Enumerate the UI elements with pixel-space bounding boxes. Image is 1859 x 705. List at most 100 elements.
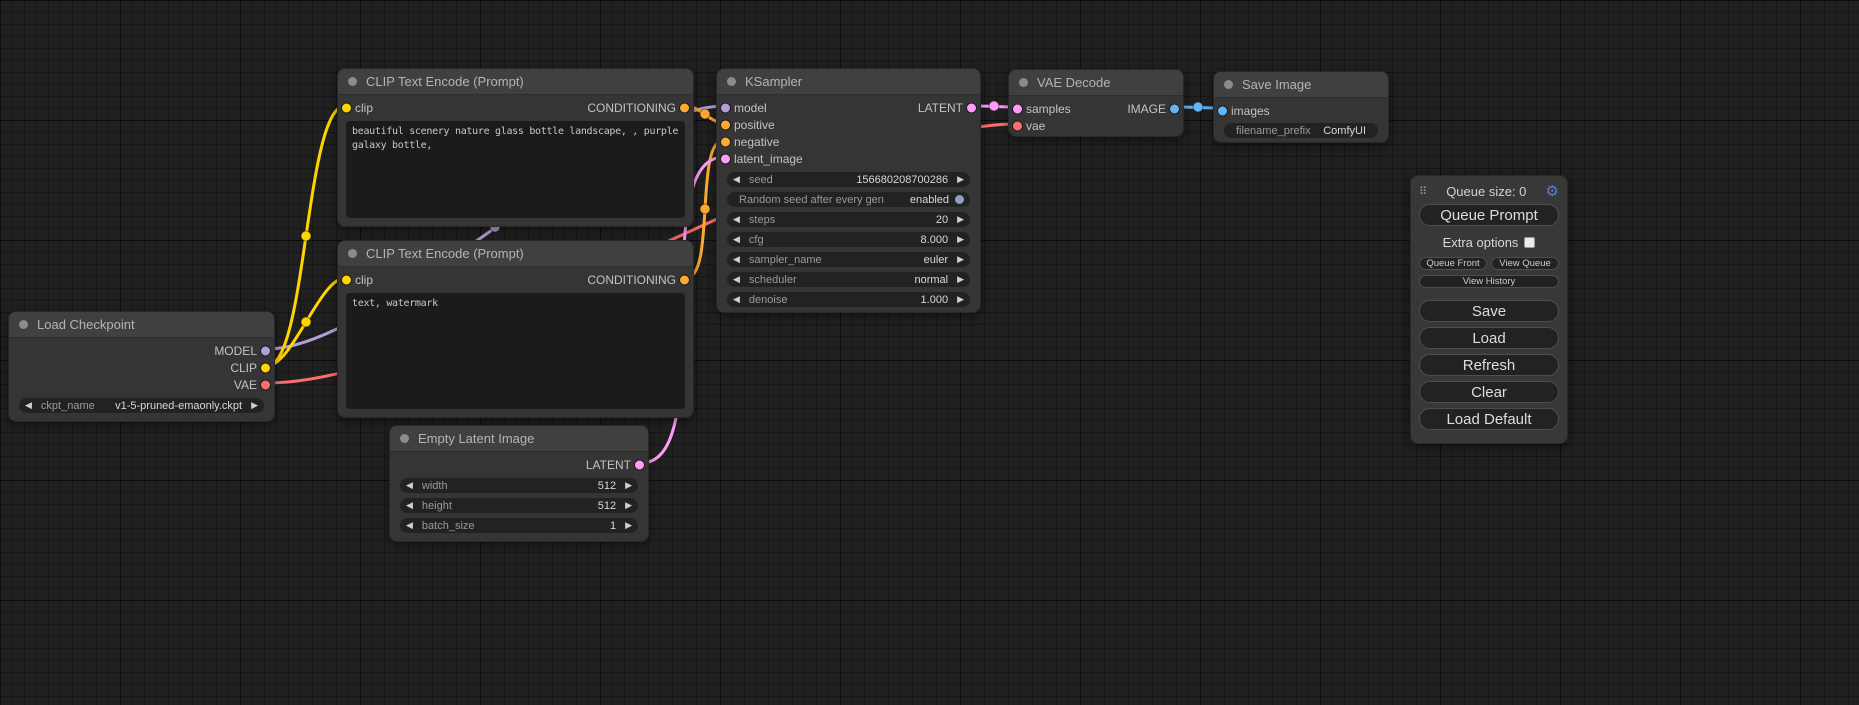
clip-input-port[interactable] (342, 103, 351, 112)
ckpt-name-widget[interactable]: ◀ ckpt_name v1-5-pruned-emaonly.ckpt ▶ (19, 398, 264, 413)
vae-input-port[interactable] (1013, 121, 1022, 130)
increment-arrow-icon[interactable]: ▶ (957, 275, 964, 284)
random-seed-toggle[interactable] (955, 195, 964, 204)
node-empty-latent-image[interactable]: Empty Latent Image LATENT ◀ width 512 ▶ … (389, 425, 649, 542)
cfg-widget[interactable]: ◀ cfg 8.000 ▶ (727, 232, 970, 247)
node-title-bar[interactable]: CLIP Text Encode (Prompt) (338, 241, 693, 267)
view-queue-button[interactable]: View Queue (1491, 257, 1559, 270)
samples-input-label: samples (1026, 102, 1071, 116)
node-ksampler[interactable]: KSampler model LATENT positive negative … (716, 68, 981, 313)
increment-arrow-icon[interactable]: ▶ (625, 521, 632, 530)
extra-options-checkbox[interactable] (1524, 237, 1535, 248)
drag-handle-icon[interactable]: ⠿ (1419, 185, 1427, 198)
increment-arrow-icon[interactable]: ▶ (957, 175, 964, 184)
node-vae-decode[interactable]: VAE Decode samples IMAGE vae (1008, 69, 1184, 137)
increment-arrow-icon[interactable]: ▶ (625, 501, 632, 510)
collapse-dot[interactable] (1019, 78, 1028, 87)
increment-arrow-icon[interactable]: ▶ (957, 255, 964, 264)
widget-label: height (422, 500, 452, 512)
decrement-arrow-icon[interactable]: ◀ (406, 521, 413, 530)
increment-arrow-icon[interactable]: ▶ (957, 215, 964, 224)
latent-output-port[interactable] (635, 460, 644, 469)
filename-prefix-widget[interactable]: filename_prefix ComfyUI (1224, 123, 1378, 138)
negative-input-port[interactable] (721, 137, 730, 146)
conditioning-output-label: CONDITIONING (587, 273, 676, 287)
model-input-port[interactable] (721, 103, 730, 112)
collapse-dot[interactable] (400, 434, 409, 443)
clip-input-label: clip (355, 101, 373, 115)
node-clip-text-encode-positive[interactable]: CLIP Text Encode (Prompt) clip CONDITION… (337, 68, 694, 227)
refresh-button[interactable]: Refresh (1419, 354, 1559, 376)
latent-image-input-port[interactable] (721, 154, 730, 163)
decrement-arrow-icon[interactable]: ◀ (406, 501, 413, 510)
model-output-port[interactable] (261, 346, 270, 355)
decrement-arrow-icon[interactable]: ◀ (733, 255, 740, 264)
vae-output-port[interactable] (261, 380, 270, 389)
decrement-arrow-icon[interactable]: ◀ (733, 175, 740, 184)
images-input-label: images (1231, 104, 1270, 118)
collapse-dot[interactable] (348, 77, 357, 86)
widget-value: normal (914, 274, 948, 286)
node-title-bar[interactable]: Save Image (1214, 72, 1388, 98)
node-title-bar[interactable]: VAE Decode (1009, 70, 1183, 96)
decrement-arrow-icon[interactable]: ◀ (25, 401, 32, 410)
settings-gear-icon[interactable]: ⚙ (1546, 184, 1559, 199)
widget-value: 512 (598, 500, 616, 512)
collapse-dot[interactable] (1224, 80, 1233, 89)
node-title-bar[interactable]: CLIP Text Encode (Prompt) (338, 69, 693, 95)
random-seed-widget[interactable]: Random seed after every gen enabled (727, 192, 970, 207)
node-title-bar[interactable]: Load Checkpoint (9, 312, 274, 338)
collapse-dot[interactable] (19, 320, 28, 329)
increment-arrow-icon[interactable]: ▶ (251, 401, 258, 410)
queue-size-label: Queue size: 0 (1427, 184, 1545, 199)
load-button[interactable]: Load (1419, 327, 1559, 349)
image-output-port[interactable] (1170, 104, 1179, 113)
node-title-bar[interactable]: KSampler (717, 69, 980, 95)
clip-input-port[interactable] (342, 275, 351, 284)
steps-widget[interactable]: ◀ steps 20 ▶ (727, 212, 970, 227)
width-widget[interactable]: ◀ width 512 ▶ (400, 478, 638, 493)
view-history-button[interactable]: View History (1419, 275, 1559, 288)
increment-arrow-icon[interactable]: ▶ (625, 481, 632, 490)
clear-button[interactable]: Clear (1419, 381, 1559, 403)
conditioning-output-port[interactable] (680, 275, 689, 284)
scheduler-widget[interactable]: ◀ scheduler normal ▶ (727, 272, 970, 287)
decrement-arrow-icon[interactable]: ◀ (733, 275, 740, 284)
latent-image-input-label: latent_image (734, 152, 803, 166)
positive-input-port[interactable] (721, 120, 730, 129)
decrement-arrow-icon[interactable]: ◀ (733, 235, 740, 244)
queue-prompt-button[interactable]: Queue Prompt (1419, 204, 1559, 226)
node-title-bar[interactable]: Empty Latent Image (390, 426, 648, 452)
collapse-dot[interactable] (348, 249, 357, 258)
decrement-arrow-icon[interactable]: ◀ (733, 215, 740, 224)
samples-input-port[interactable] (1013, 104, 1022, 113)
clip-input-label: clip (355, 273, 373, 287)
images-input-port[interactable] (1218, 106, 1227, 115)
sampler-name-widget[interactable]: ◀ sampler_name euler ▶ (727, 252, 970, 267)
increment-arrow-icon[interactable]: ▶ (957, 295, 964, 304)
node-clip-text-encode-negative[interactable]: CLIP Text Encode (Prompt) clip CONDITION… (337, 240, 694, 418)
queue-front-button[interactable]: Queue Front (1419, 257, 1487, 270)
decrement-arrow-icon[interactable]: ◀ (733, 295, 740, 304)
widget-label: scheduler (749, 274, 797, 286)
node-title: VAE Decode (1037, 75, 1110, 90)
prompt-textarea[interactable]: beautiful scenery nature glass bottle la… (346, 121, 685, 218)
collapse-dot[interactable] (727, 77, 736, 86)
prompt-textarea[interactable]: text, watermark (346, 293, 685, 409)
graph-canvas[interactable]: Load Checkpoint MODEL CLIP VAE ◀ ckpt_na… (0, 0, 1859, 705)
denoise-widget[interactable]: ◀ denoise 1.000 ▶ (727, 292, 970, 307)
node-save-image[interactable]: Save Image images filename_prefix ComfyU… (1213, 71, 1389, 143)
clip-output-port[interactable] (261, 363, 270, 372)
increment-arrow-icon[interactable]: ▶ (957, 235, 964, 244)
latent-output-port[interactable] (967, 103, 976, 112)
widget-value: v1-5-pruned-emaonly.ckpt (115, 400, 242, 412)
batch-size-widget[interactable]: ◀ batch_size 1 ▶ (400, 518, 638, 533)
load-default-button[interactable]: Load Default (1419, 408, 1559, 430)
node-load-checkpoint[interactable]: Load Checkpoint MODEL CLIP VAE ◀ ckpt_na… (8, 311, 275, 422)
save-button[interactable]: Save (1419, 300, 1559, 322)
seed-widget[interactable]: ◀ seed 156680208700286 ▶ (727, 172, 970, 187)
conditioning-output-port[interactable] (680, 103, 689, 112)
height-widget[interactable]: ◀ height 512 ▶ (400, 498, 638, 513)
model-input-label: model (734, 101, 767, 115)
decrement-arrow-icon[interactable]: ◀ (406, 481, 413, 490)
